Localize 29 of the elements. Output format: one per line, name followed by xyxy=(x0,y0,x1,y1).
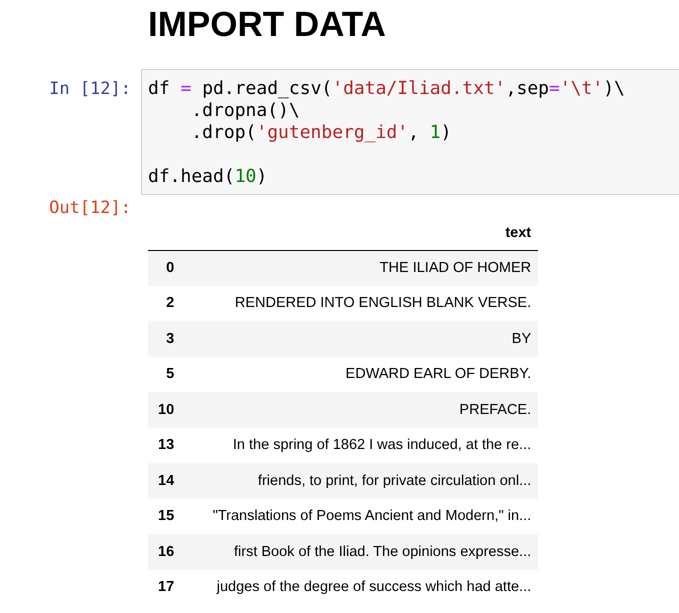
table-cell: BY xyxy=(181,321,538,356)
code-line: .dropna()\ xyxy=(190,100,300,122)
row-index: 15 xyxy=(148,498,182,534)
section-heading: IMPORT DATA xyxy=(148,5,386,45)
column-header: text xyxy=(181,217,538,250)
table-cell: judges of the degree of success which had atte... xyxy=(181,570,538,605)
code-line: df.head(10) xyxy=(148,166,268,188)
row-index: 0 xyxy=(148,250,182,286)
code-line: df = pd.read_csv('data/Iliad.txt',sep='\t')\ xyxy=(148,78,625,100)
row-index: 14 xyxy=(148,463,182,498)
row-index: 16 xyxy=(148,534,182,570)
row-index: 5 xyxy=(148,356,182,392)
table-cell: "Translations of Poems Ancient and Modern," in... xyxy=(181,498,538,534)
row-index: 3 xyxy=(148,321,182,356)
row-index: 17 xyxy=(148,570,182,605)
output-prompt: Out[12]: xyxy=(49,197,131,219)
table-cell: PREFACE. xyxy=(181,392,538,428)
row-index: 13 xyxy=(148,428,182,463)
table-cell: first Book of the Iliad. The opinions expresse... xyxy=(181,534,538,570)
code-line: .drop('gutenberg_id', 1) xyxy=(190,122,452,144)
code-editor[interactable]: df = pd.read_csv('data/Iliad.txt',sep='\t')\ .dropna()\ .drop('gutenberg_id', 1) df.head(10) xyxy=(141,69,679,195)
table-cell: EDWARD EARL OF DERBY. xyxy=(181,356,538,392)
row-index: 2 xyxy=(148,286,182,321)
table-cell: RENDERED INTO ENGLISH BLANK VERSE. xyxy=(181,286,538,321)
table-cell: In the spring of 1862 I was induced, at the re... xyxy=(181,428,538,463)
row-index: 10 xyxy=(148,392,182,428)
table-cell: friends, to print, for private circulation onl... xyxy=(181,463,538,498)
input-prompt: In [12]: xyxy=(49,78,131,100)
table-cell: THE ILIAD OF HOMER xyxy=(181,250,538,286)
